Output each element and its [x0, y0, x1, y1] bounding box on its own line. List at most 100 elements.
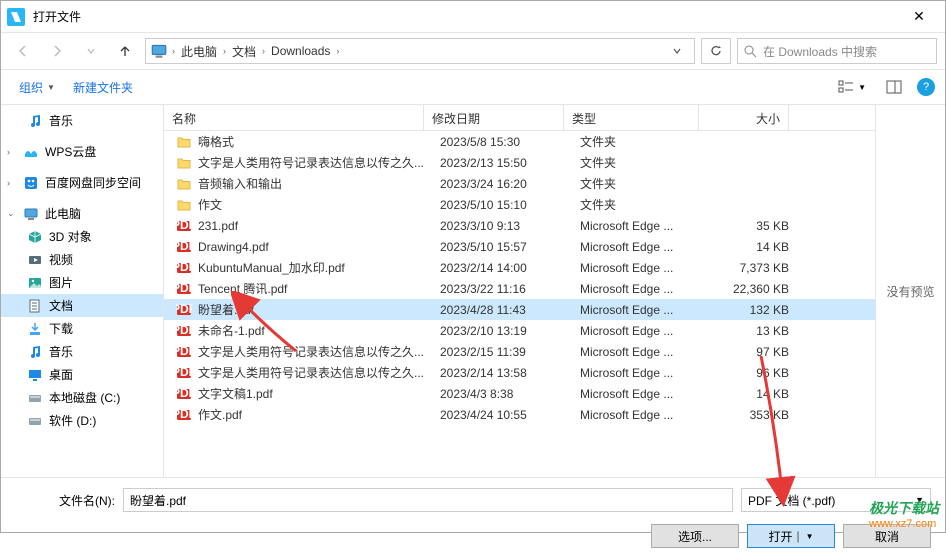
file-row[interactable]: 嗨格式 2023/5/8 15:30 文件夹: [164, 131, 875, 152]
file-row[interactable]: PDFDrawing4.pdf 2023/5/10 15:57 Microsof…: [164, 236, 875, 257]
file-date: 2023/5/8 15:30: [432, 135, 572, 149]
file-row[interactable]: PDF盼望着.pdf 2023/4/28 11:43 Microsoft Edg…: [164, 299, 875, 320]
column-headers: 名称 修改日期 类型 大小: [164, 105, 875, 131]
file-row[interactable]: PDFKubuntuManual_加水印.pdf 2023/2/14 14:00…: [164, 257, 875, 278]
sidebar-item[interactable]: 音乐: [1, 340, 163, 363]
col-date[interactable]: 修改日期: [424, 105, 564, 130]
search-input[interactable]: 在 Downloads 中搜索: [737, 38, 937, 64]
chevron-right-icon[interactable]: ›: [260, 46, 267, 56]
file-row[interactable]: PDF未命名-1.pdf 2023/2/10 13:19 Microsoft E…: [164, 320, 875, 341]
sidebar-item[interactable]: 桌面: [1, 363, 163, 386]
sidebar-item[interactable]: ⌄此电脑: [1, 202, 163, 225]
file-size: 97 KB: [707, 345, 797, 359]
chevron-right-icon[interactable]: ›: [170, 46, 177, 56]
file-row[interactable]: PDF文字是人类用符号记录表达信息以传之久... 2023/2/14 13:58…: [164, 362, 875, 383]
pdf-icon: PDF: [176, 260, 192, 276]
breadcrumb-seg[interactable]: 此电脑: [177, 39, 221, 63]
sidebar-item[interactable]: 本地磁盘 (C:): [1, 386, 163, 409]
file-name: Drawing4.pdf: [198, 240, 269, 254]
expand-icon[interactable]: ›: [7, 178, 17, 188]
recent-dropdown[interactable]: [77, 38, 105, 64]
sidebar-item[interactable]: ›WPS云盘: [1, 140, 163, 163]
file-name: KubuntuManual_加水印.pdf: [198, 259, 345, 276]
toolbar: 组织▼ 新建文件夹 ▼ ?: [1, 69, 945, 105]
preview-toggle-button[interactable]: [881, 77, 907, 97]
sidebar-item-label: 桌面: [49, 366, 73, 383]
options-button[interactable]: 选项...: [651, 524, 739, 548]
refresh-button[interactable]: [701, 38, 731, 64]
disk-icon: [27, 390, 43, 406]
file-size: 13 KB: [707, 324, 797, 338]
file-row[interactable]: PDF文字文稿1.pdf 2023/4/3 8:38 Microsoft Edg…: [164, 383, 875, 404]
open-button[interactable]: 打开|▼: [747, 524, 835, 548]
file-row[interactable]: 文字是人类用符号记录表达信息以传之久... 2023/2/13 15:50 文件…: [164, 152, 875, 173]
pdf-icon: PDF: [176, 323, 192, 339]
file-type: Microsoft Edge ...: [572, 345, 707, 359]
sidebar-item-label: 音乐: [49, 112, 73, 129]
pdf-icon: PDF: [176, 407, 192, 423]
file-size: 132 KB: [707, 303, 797, 317]
view-mode-button[interactable]: ▼: [833, 77, 871, 97]
chevron-right-icon[interactable]: ›: [221, 46, 228, 56]
file-name: 作文.pdf: [198, 406, 242, 423]
file-type: 文件夹: [572, 196, 707, 213]
file-row[interactable]: 音频输入和输出 2023/3/24 16:20 文件夹: [164, 173, 875, 194]
breadcrumb-seg[interactable]: 文档: [228, 39, 260, 63]
sidebar-item[interactable]: 3D 对象: [1, 225, 163, 248]
file-type: Microsoft Edge ...: [572, 282, 707, 296]
sidebar-item-label: 图片: [49, 274, 73, 291]
sidebar-item[interactable]: 视频: [1, 248, 163, 271]
music-icon: [27, 113, 43, 129]
file-name: 盼望着.pdf: [198, 301, 254, 318]
file-row[interactable]: 作文 2023/5/10 15:10 文件夹: [164, 194, 875, 215]
file-row[interactable]: PDF231.pdf 2023/3/10 9:13 Microsoft Edge…: [164, 215, 875, 236]
file-date: 2023/2/13 15:50: [432, 156, 572, 170]
expand-icon[interactable]: ›: [7, 147, 17, 157]
expand-icon[interactable]: ⌄: [7, 208, 17, 219]
file-date: 2023/4/24 10:55: [432, 408, 572, 422]
col-size[interactable]: 大小: [699, 105, 789, 130]
breadcrumb-dropdown[interactable]: [672, 46, 690, 56]
wps-icon: [23, 144, 39, 160]
help-button[interactable]: ?: [917, 78, 935, 96]
sidebar-item-label: 软件 (D:): [49, 412, 96, 429]
up-button[interactable]: [111, 38, 139, 64]
new-folder-button[interactable]: 新建文件夹: [65, 75, 141, 100]
file-date: 2023/5/10 15:57: [432, 240, 572, 254]
breadcrumb[interactable]: › 此电脑 › 文档 › Downloads ›: [145, 38, 695, 64]
svg-text:PDF: PDF: [176, 302, 192, 316]
file-row[interactable]: PDF作文.pdf 2023/4/24 10:55 Microsoft Edge…: [164, 404, 875, 425]
file-date: 2023/2/14 13:58: [432, 366, 572, 380]
svg-text:PDF: PDF: [176, 281, 192, 295]
folder-icon: [176, 134, 192, 150]
file-name: 文字是人类用符号记录表达信息以传之久...: [198, 364, 424, 381]
pdf-icon: PDF: [176, 386, 192, 402]
sidebar-item[interactable]: 文档: [1, 294, 163, 317]
sidebar-item[interactable]: 音乐: [1, 109, 163, 132]
col-type[interactable]: 类型: [564, 105, 699, 130]
close-button[interactable]: ✕: [899, 1, 939, 32]
col-name[interactable]: 名称: [164, 105, 424, 130]
file-name: 音频输入和输出: [198, 175, 282, 192]
sidebar-item[interactable]: ›百度网盘同步空间: [1, 171, 163, 194]
sidebar-item[interactable]: 下载: [1, 317, 163, 340]
file-type: Microsoft Edge ...: [572, 366, 707, 380]
file-type: Microsoft Edge ...: [572, 219, 707, 233]
download-icon: [27, 321, 43, 337]
sidebar-item[interactable]: 软件 (D:): [1, 409, 163, 432]
breadcrumb-seg[interactable]: Downloads: [267, 39, 334, 63]
back-button[interactable]: [9, 38, 37, 64]
svg-text:PDF: PDF: [176, 407, 192, 421]
chevron-right-icon[interactable]: ›: [334, 46, 341, 56]
sidebar-item[interactable]: 图片: [1, 271, 163, 294]
organize-button[interactable]: 组织▼: [11, 75, 63, 100]
filename-input[interactable]: [123, 488, 733, 512]
file-row[interactable]: PDF文字是人类用符号记录表达信息以传之久... 2023/2/15 11:39…: [164, 341, 875, 362]
folder-icon: [176, 176, 192, 192]
sidebar: 音乐›WPS云盘›百度网盘同步空间⌄此电脑3D 对象视频图片文档下载音乐桌面本地…: [1, 105, 164, 477]
file-row[interactable]: PDFTencent 腾讯.pdf 2023/3/22 11:16 Micros…: [164, 278, 875, 299]
svg-text:PDF: PDF: [176, 218, 192, 232]
window-title: 打开文件: [33, 8, 899, 25]
forward-button[interactable]: [43, 38, 71, 64]
video-icon: [27, 252, 43, 268]
